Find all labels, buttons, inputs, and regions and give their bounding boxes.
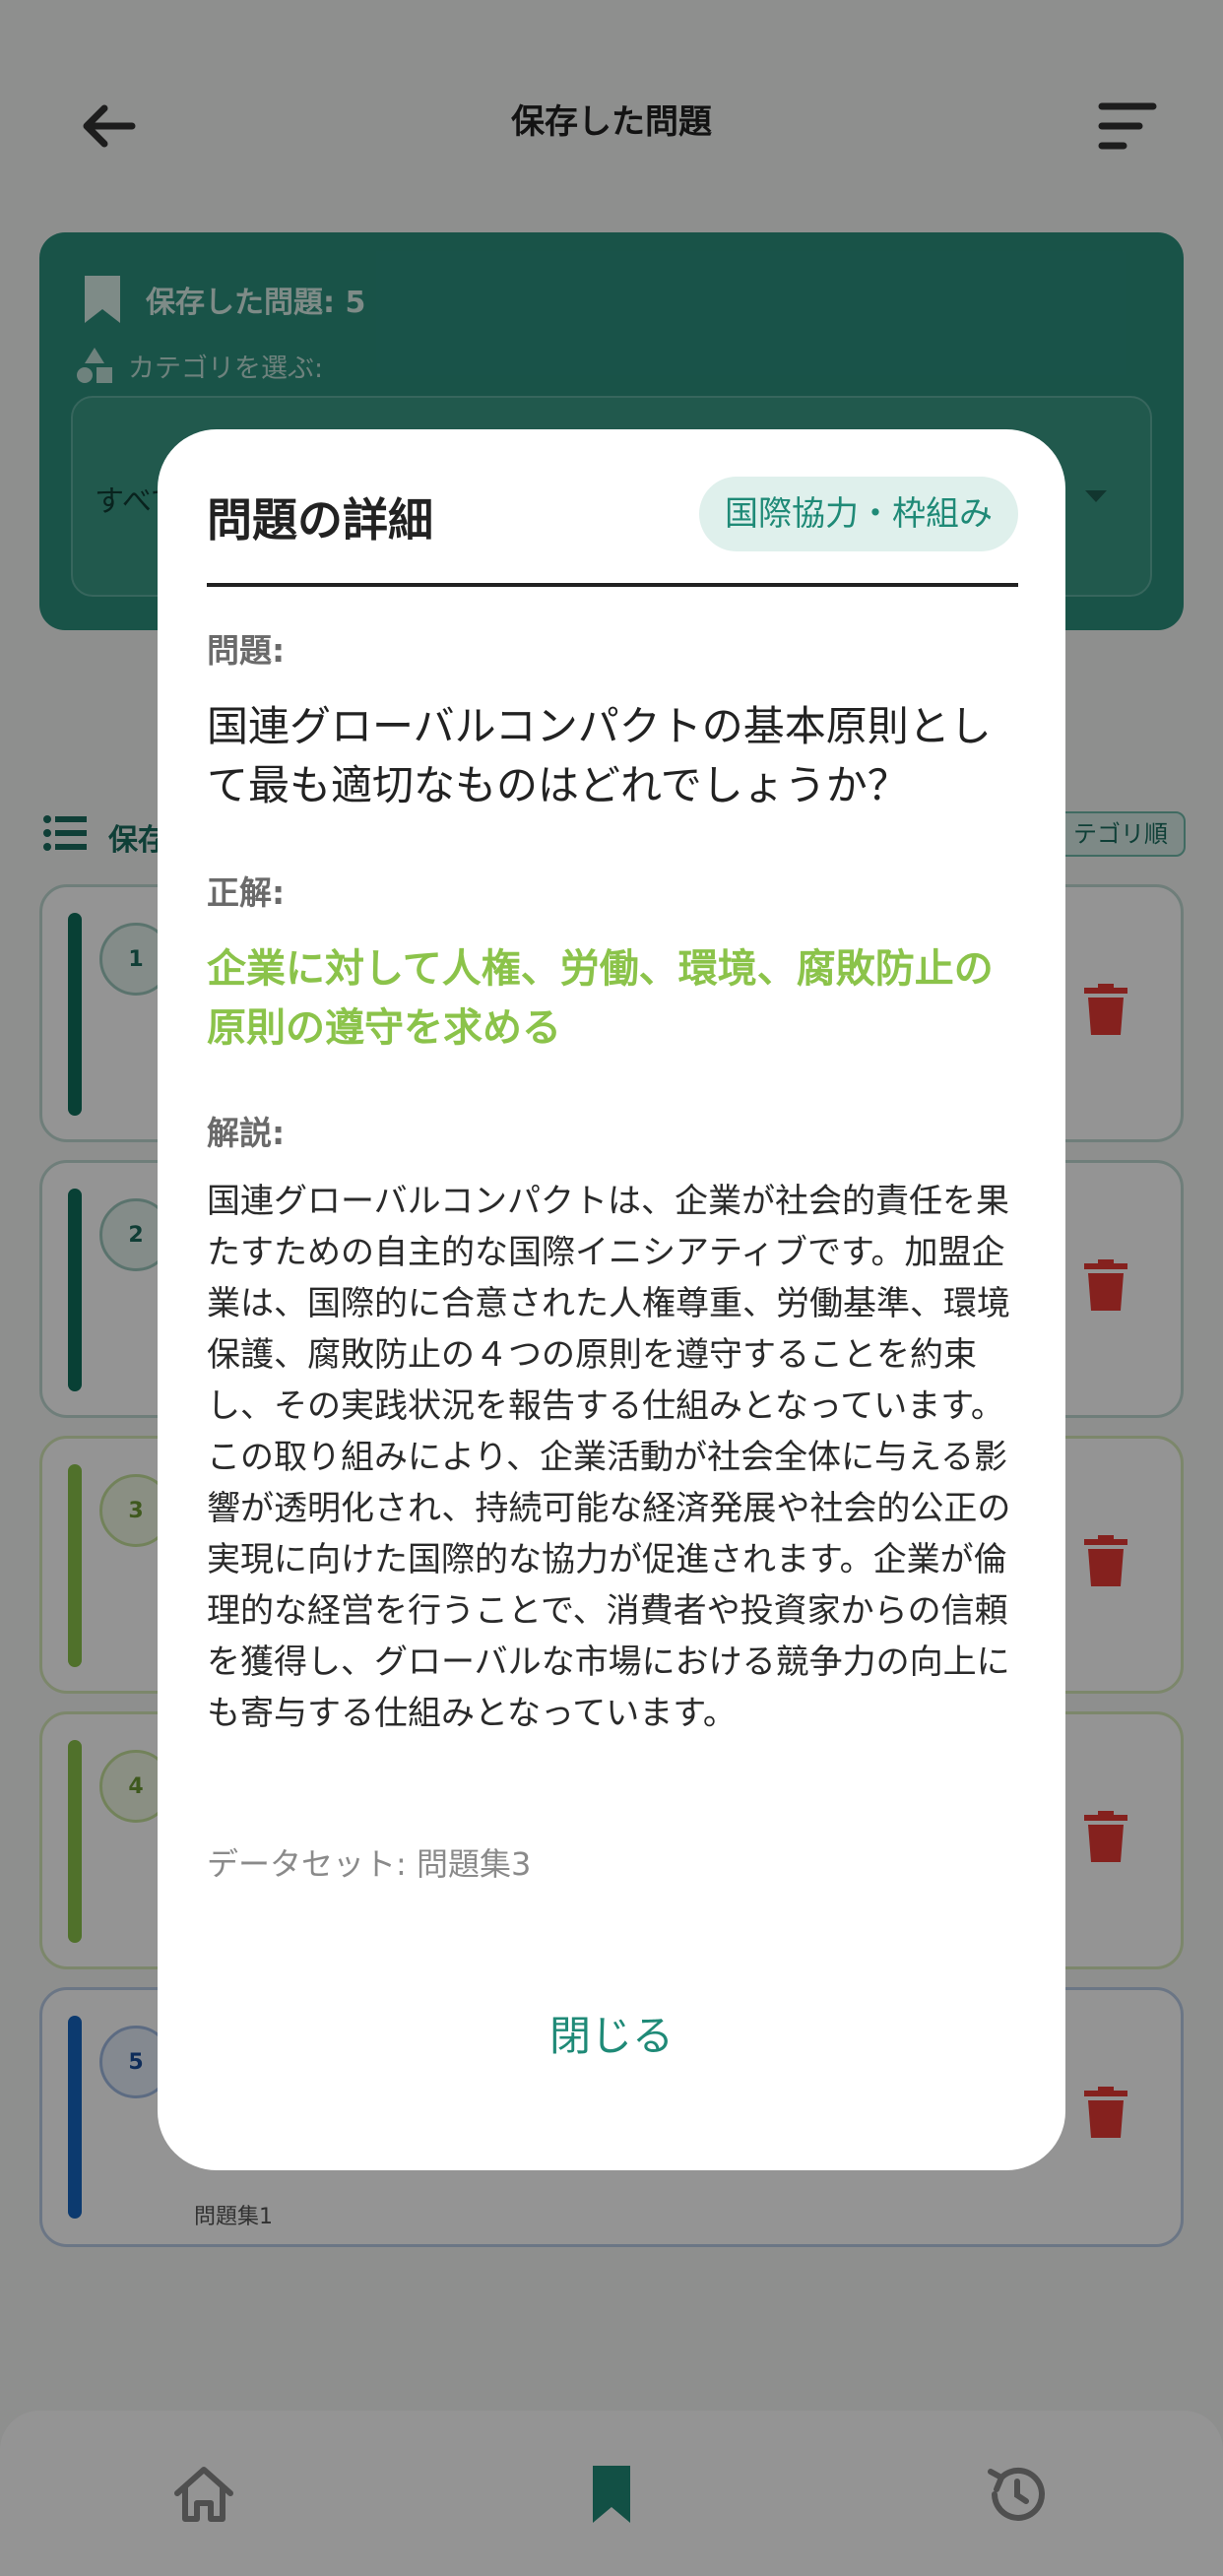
- dialog-title: 問題の詳細: [207, 493, 433, 547]
- answer-text: 企業に対して人権、労働、環境、腐敗防止の原則の遵守を求める: [207, 946, 994, 1051]
- question-label: 問題:: [207, 631, 286, 670]
- question-text: 国連グローバルコンパクトの基本原則として最も適切なものはどれでしょうか？: [207, 702, 992, 809]
- category-badge: 国際協力・枠組み: [699, 477, 1018, 551]
- explanation-text: 国連グローバルコンパクトは、企業が社会的責任を果たすための自主的な国際イニシアテ…: [207, 1182, 1011, 1733]
- question-detail-dialog: 問題の詳細 国際協力・枠組み 問題: 国連グローバルコンパクトの基本原則として最…: [158, 429, 1065, 2170]
- explanation-label: 解説:: [207, 1114, 286, 1152]
- dataset-label: データセット: 問題集3: [207, 1845, 532, 1883]
- close-button[interactable]: 閉じる: [415, 1983, 808, 2082]
- answer-label: 正解:: [207, 873, 286, 912]
- title-divider: [207, 583, 1018, 587]
